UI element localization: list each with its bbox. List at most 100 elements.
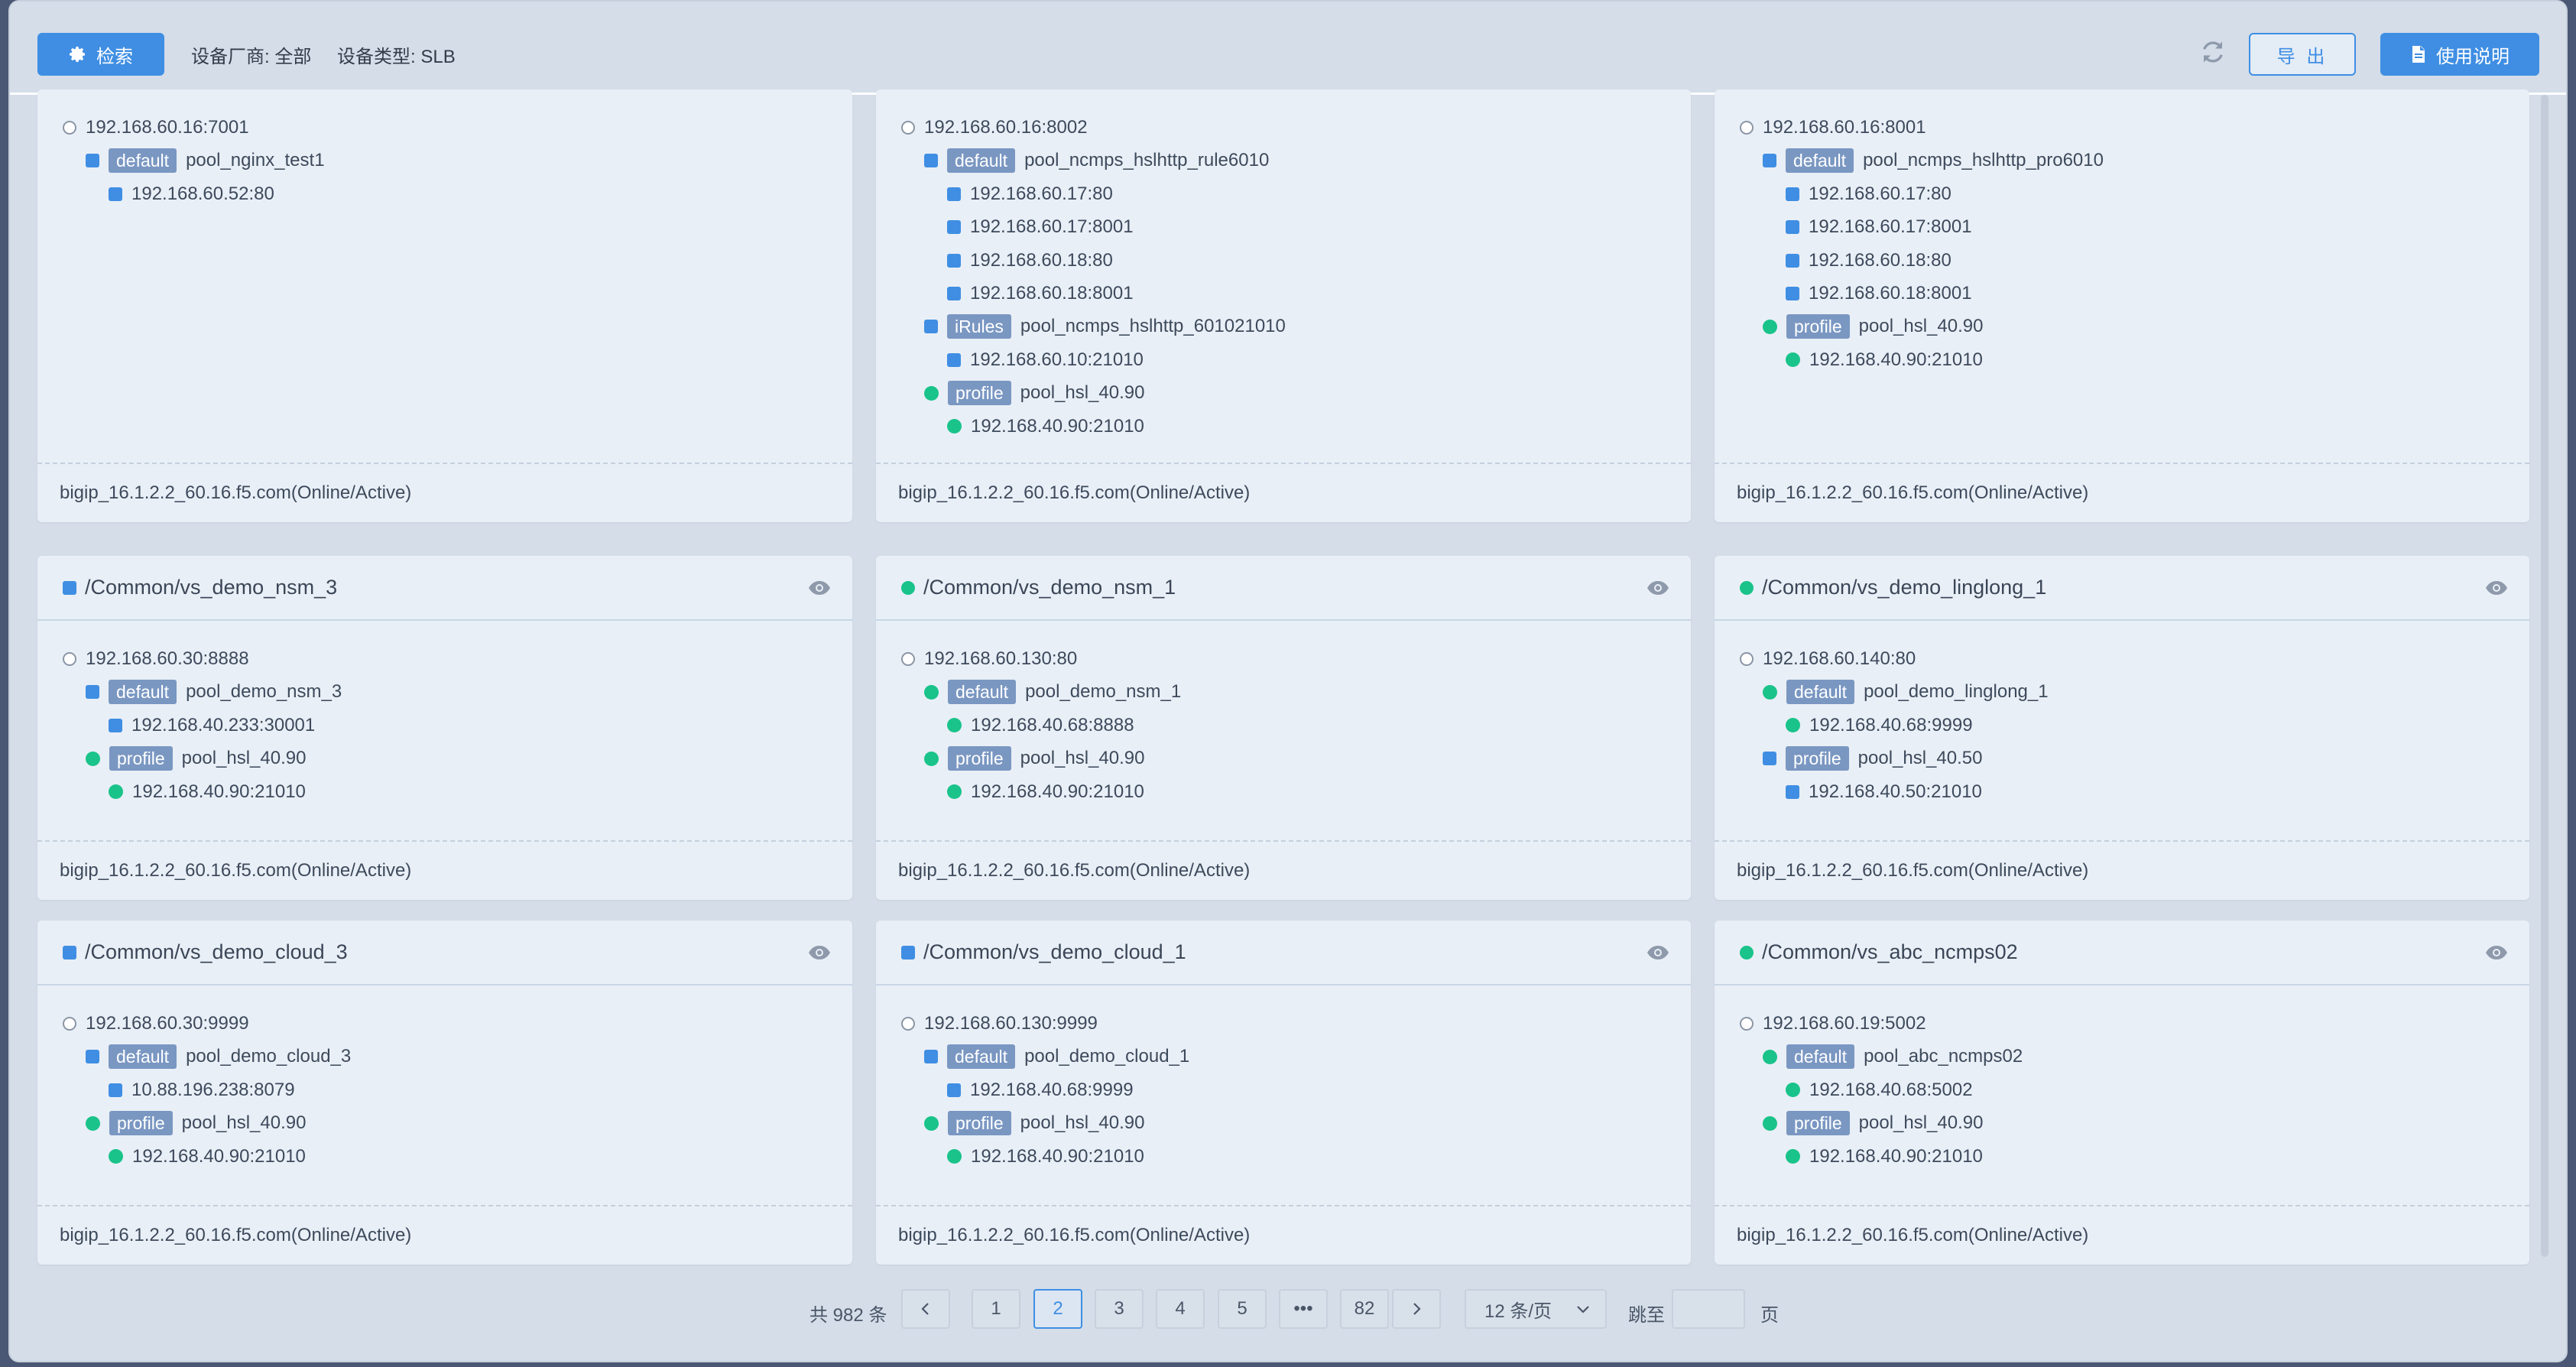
tree-node[interactable]: 192.168.60.16:8001 [1740, 116, 1926, 139]
tree-node[interactable]: 192.168.40.50:21010 [1786, 781, 1982, 804]
tree-node[interactable]: 192.168.60.140:80 [1740, 648, 1916, 671]
tree-node[interactable]: default pool_demo_cloud_1 [924, 1044, 1189, 1070]
node-label: 192.168.40.90:21010 [132, 1145, 306, 1167]
status-ok-icon [1786, 352, 1800, 368]
tree-node[interactable]: 192.168.60.18:8001 [947, 282, 1134, 305]
tree-node[interactable]: 192.168.60.130:80 [901, 648, 1077, 671]
tree-node[interactable]: 192.168.60.18:8001 [1786, 282, 1972, 305]
node-tag: default [947, 148, 1016, 174]
tree-node[interactable]: 192.168.40.68:5002 [1786, 1079, 1973, 1102]
next-page-button[interactable] [1392, 1289, 1441, 1329]
tree-node[interactable]: profile pool_hsl_40.90 [1763, 1111, 1983, 1136]
tree-node[interactable]: profile pool_hsl_40.50 [1763, 746, 1982, 771]
eye-icon[interactable] [808, 580, 831, 596]
tree-node[interactable]: 192.168.60.17:8001 [947, 216, 1134, 239]
tree-node[interactable]: default pool_demo_nsm_1 [924, 680, 1182, 705]
vs-card: 192.168.60.16:8002 default pool_ncmps_hslh… [876, 89, 1691, 522]
device-label: bigip_16.1.2.2_60.16.f5.com(Online/Activ… [60, 860, 412, 881]
tree-node[interactable]: profile pool_hsl_40.90 [86, 746, 306, 771]
tree-node[interactable]: 192.168.40.90:21010 [109, 781, 306, 804]
tree-node[interactable]: 192.168.40.90:21010 [947, 415, 1144, 438]
tree-node[interactable]: profile pool_hsl_40.90 [86, 1111, 306, 1136]
toolbar: 检索 设备厂商: 全部 设备类型: SLB 导 出 使用说明 [10, 2, 2566, 95]
page-button[interactable]: 5 [1218, 1289, 1267, 1329]
eye-icon[interactable] [1646, 945, 1669, 960]
page-size-select[interactable]: 12 条/页 [1465, 1289, 1607, 1329]
eye-icon[interactable] [1646, 580, 1669, 596]
refresh-icon[interactable] [2199, 38, 2227, 66]
status-indicator [1740, 945, 1754, 959]
tree-node[interactable]: default pool_ncmps_hslhttp_pro6010 [1763, 148, 2104, 174]
status-ok-icon [947, 419, 962, 434]
export-button[interactable]: 导 出 [2249, 33, 2356, 76]
tree-node[interactable]: 192.168.60.130:9999 [901, 1012, 1098, 1035]
tree-node[interactable]: 192.168.60.30:9999 [63, 1012, 249, 1035]
tree-node[interactable]: 192.168.40.68:9999 [947, 1079, 1134, 1102]
tree-node[interactable]: 192.168.60.30:8888 [63, 648, 249, 671]
tree-node[interactable]: 192.168.60.19:5002 [1740, 1012, 1926, 1035]
node-label: 192.168.40.90:21010 [132, 781, 306, 802]
page-button[interactable]: 1 [972, 1289, 1020, 1329]
node-label: 192.168.60.18:8001 [970, 283, 1134, 304]
jump-input[interactable] [1672, 1289, 1745, 1329]
page-ellipsis[interactable]: ••• [1279, 1289, 1328, 1329]
tree-node[interactable]: default pool_demo_nsm_3 [86, 680, 342, 705]
help-button[interactable]: 使用说明 [2380, 33, 2539, 76]
vendor-filter[interactable]: 设备厂商: 全部 [191, 41, 311, 68]
search-button[interactable]: 检索 [37, 33, 164, 76]
tree-node[interactable]: 192.168.40.90:21010 [947, 1145, 1144, 1168]
eye-icon[interactable] [2485, 580, 2508, 596]
tree-node[interactable]: profile pool_hsl_40.90 [924, 381, 1144, 406]
scrollbar-thumb[interactable] [2541, 95, 2548, 1257]
node-label: pool_demo_nsm_1 [1025, 681, 1182, 703]
node-tag: default [109, 148, 177, 174]
tree-node[interactable]: 192.168.60.16:8002 [901, 116, 1088, 139]
device-label: bigip_16.1.2.2_60.16.f5.com(Online/Activ… [1737, 860, 2089, 881]
tree-node[interactable]: iRules pool_ncmps_hslhttp_601021010 [924, 314, 1286, 339]
tree-node[interactable]: default pool_demo_linglong_1 [1763, 680, 2049, 705]
page-button[interactable]: 82 [1340, 1289, 1389, 1329]
tree-node[interactable]: 192.168.60.17:80 [947, 183, 1113, 206]
tree-node[interactable]: 192.168.60.52:80 [109, 183, 274, 206]
status-icon [924, 154, 938, 168]
node-label: 192.168.40.90:21010 [971, 415, 1144, 437]
tree-node[interactable]: 192.168.60.17:80 [1786, 183, 1951, 206]
prev-page-button[interactable] [901, 1289, 950, 1329]
eye-icon[interactable] [808, 945, 831, 960]
tree-node[interactable]: 192.168.40.90:21010 [109, 1145, 306, 1168]
node-label: 192.168.60.18:80 [970, 249, 1113, 271]
tree-node[interactable]: 192.168.40.90:21010 [1786, 1145, 1983, 1168]
type-filter[interactable]: 设备类型: SLB [337, 41, 456, 68]
tree-node[interactable]: 10.88.196.238:8079 [109, 1079, 295, 1102]
tree-node[interactable]: profile pool_hsl_40.90 [924, 1111, 1144, 1136]
tree-node[interactable]: default pool_ncmps_hslhttp_rule6010 [924, 148, 1269, 174]
tree-node[interactable]: 192.168.40.90:21010 [1786, 349, 1983, 372]
eye-icon[interactable] [2485, 945, 2508, 960]
node-tag: profile [948, 1111, 1011, 1136]
tree-node[interactable]: 192.168.40.68:9999 [1786, 714, 1973, 737]
tree-node[interactable]: 192.168.60.17:8001 [1786, 216, 1972, 239]
tree-node[interactable]: 192.168.40.90:21010 [947, 781, 1144, 804]
node-label: pool_ncmps_hslhttp_601021010 [1020, 316, 1286, 337]
tree-node[interactable]: default pool_abc_ncmps02 [1763, 1044, 2023, 1070]
page-button[interactable]: 3 [1095, 1289, 1144, 1329]
page-button[interactable]: 4 [1156, 1289, 1205, 1329]
node-tag: profile [109, 1111, 173, 1136]
node-label: 192.168.60.18:80 [1809, 249, 1951, 271]
card-header: /Common/vs_abc_ncmps02 [1715, 921, 2529, 985]
page-button[interactable]: 2 [1033, 1289, 1082, 1329]
node-label: 192.168.60.19:5002 [1763, 1013, 1926, 1034]
tree-node[interactable]: default pool_demo_cloud_3 [86, 1044, 351, 1070]
tree-node[interactable]: 192.168.60.16:7001 [63, 116, 249, 139]
tree-node[interactable]: profile pool_hsl_40.90 [924, 746, 1144, 771]
tree-node[interactable]: 192.168.40.68:8888 [947, 714, 1134, 737]
tree-node[interactable]: 192.168.60.18:80 [947, 249, 1113, 272]
status-icon [1786, 187, 1799, 201]
tree-node[interactable]: default pool_nginx_test1 [86, 148, 325, 174]
tree-node[interactable]: 192.168.60.10:21010 [947, 349, 1144, 372]
status-ok-icon [109, 784, 123, 800]
tree-node[interactable]: 192.168.40.233:30001 [109, 714, 315, 737]
tree-node[interactable]: 192.168.60.18:80 [1786, 249, 1951, 272]
tree-node[interactable]: profile pool_hsl_40.90 [1763, 314, 1983, 339]
virtual-server-icon [1740, 1017, 1754, 1031]
